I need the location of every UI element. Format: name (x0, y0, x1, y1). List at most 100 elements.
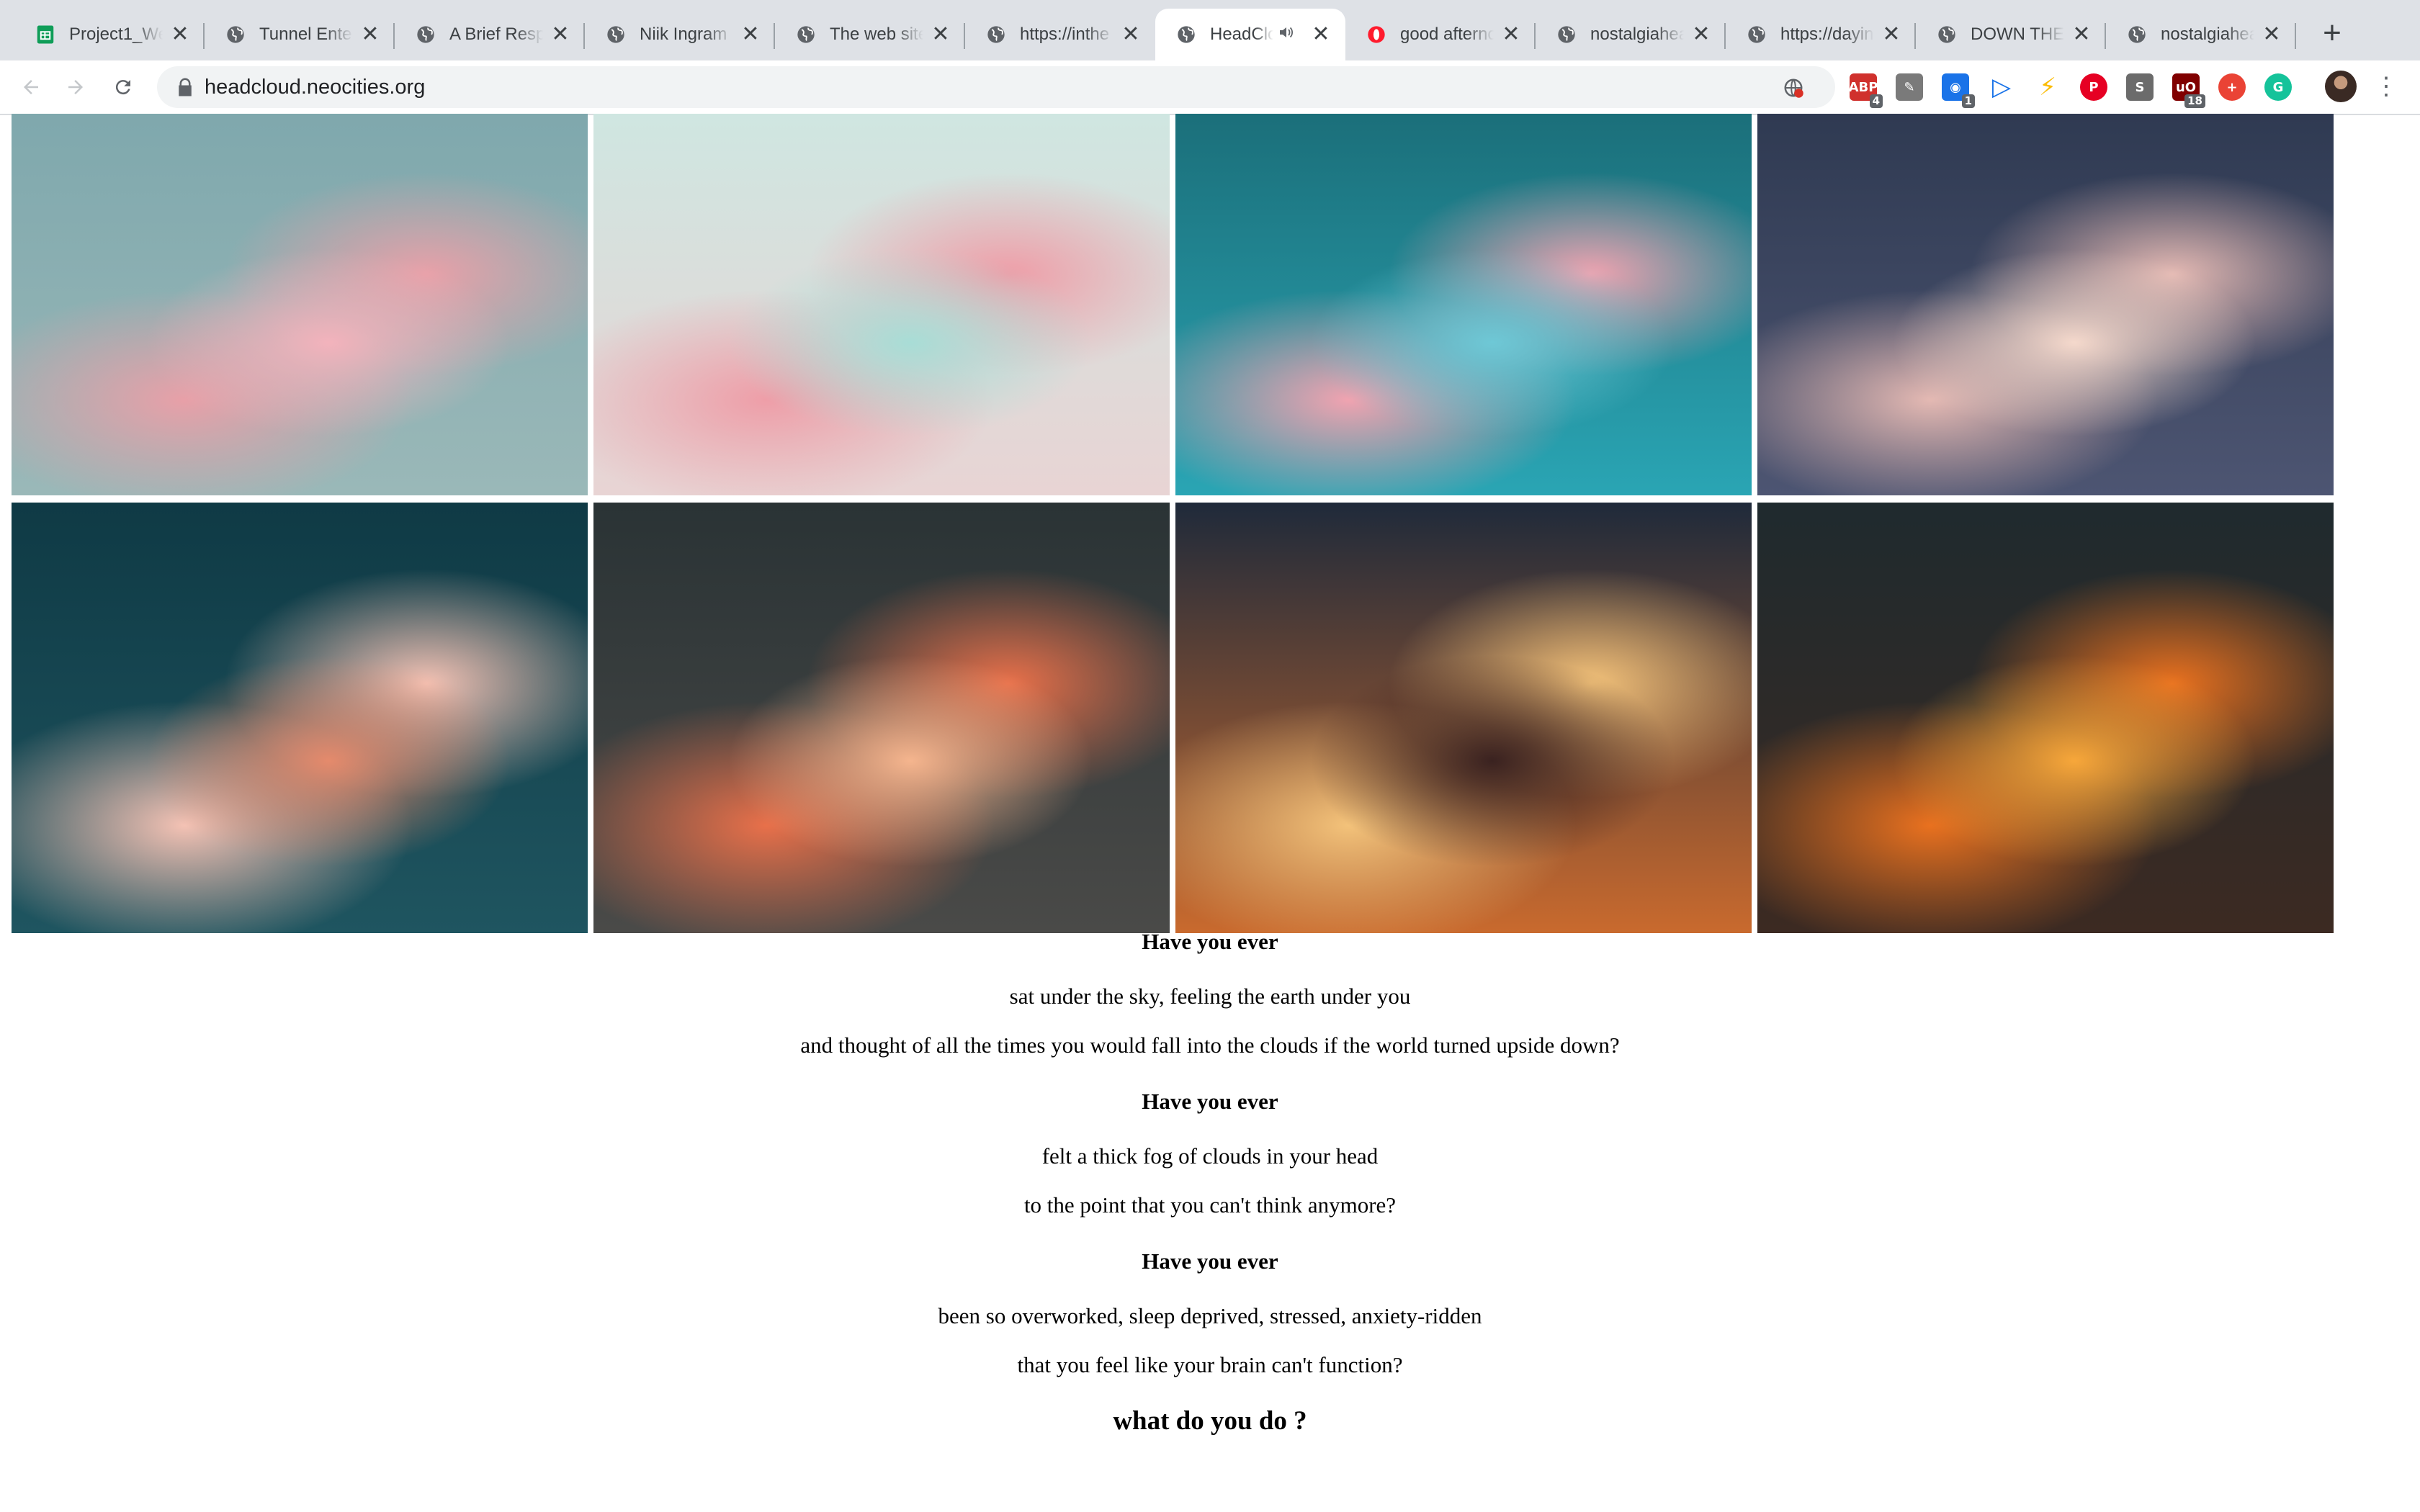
profile-avatar[interactable] (2325, 71, 2357, 102)
tab-close-icon[interactable]: ✕ (2262, 24, 2282, 45)
extension-label: ⚡ (2039, 73, 2056, 102)
tab-title: https://dayin (1780, 24, 1874, 44)
back-button[interactable] (14, 71, 48, 104)
extension-label: ◉ (1950, 79, 1961, 95)
extension-badge: 1 (1961, 94, 1975, 108)
tab-close-icon[interactable]: ✕ (1881, 24, 1901, 45)
globe-icon (415, 24, 436, 45)
pen-extension-icon[interactable]: ✎ (1896, 73, 1923, 101)
address-bar[interactable]: headcloud.neocities.org (157, 66, 1968, 108)
tab-close-icon[interactable]: ✕ (931, 24, 951, 45)
photo-sunset-cumulus (12, 503, 588, 933)
tab-9[interactable]: https://dayin ✕ (1726, 9, 1916, 60)
photo-pink-cloud-mint (593, 114, 1170, 495)
tab-close-icon[interactable]: ✕ (1311, 24, 1331, 45)
tab-close-icon[interactable]: ✕ (170, 24, 190, 45)
poem-line: that you feel like your brain can't func… (1017, 1352, 1403, 1377)
tab-11[interactable]: nostalgiaheart ✕ (2106, 9, 2296, 60)
translate-blocked-icon[interactable] (1782, 76, 1805, 99)
poem-line: and thought of all the times you would f… (800, 1032, 1620, 1058)
tab-title: Project1_Website (69, 24, 163, 44)
globe-icon (225, 24, 246, 45)
photo-mammatus-orange (1757, 503, 2334, 933)
photo-pink-clouds-birds (12, 114, 588, 495)
poem-question: what do you do ? (1113, 1406, 1307, 1436)
plus-extension-icon[interactable]: + (2218, 73, 2246, 101)
tab-6[interactable]: HeadCloud ✕ (1155, 9, 1345, 60)
globe-icon (1936, 24, 1958, 45)
reload-button[interactable] (107, 71, 140, 104)
poem-line: been so overworked, sleep deprived, stre… (938, 1303, 1482, 1328)
tab-close-icon[interactable]: ✕ (740, 24, 761, 45)
extension-label: + (2226, 79, 2238, 95)
poem-heading: Have you ever (1142, 1089, 1278, 1114)
forward-arrow-icon (68, 80, 83, 94)
tab-2[interactable]: A Brief Response ✕ (395, 9, 585, 60)
tab-title: https://inthe (1020, 24, 1110, 44)
globe-icon (1746, 24, 1767, 45)
tab-close-icon[interactable]: ✕ (2071, 24, 2092, 45)
tab-title: nostalgiaheart (1590, 24, 1684, 44)
extension-badge: 4 (1869, 94, 1883, 108)
opera-icon (1366, 24, 1387, 45)
new-tab-button[interactable]: + (2312, 13, 2352, 53)
extension-badge: 18 (2184, 94, 2205, 108)
tab-1[interactable]: Tunnel Entertainment ✕ (205, 9, 395, 60)
tab-strip: Project1_Website✕Tunnel Entertainment✕A … (0, 0, 2420, 60)
lock-icon[interactable] (174, 76, 196, 98)
robot-extension-icon[interactable]: ◉ 1 (1942, 73, 1975, 108)
extension-label: G (2272, 79, 2284, 95)
tab-10[interactable]: DOWN THE ✕ (1916, 9, 2106, 60)
google-sheets-icon (35, 24, 56, 45)
pinterest-extension-icon[interactable]: P (2080, 73, 2107, 101)
tab-close-icon[interactable]: ✕ (550, 24, 570, 45)
extension-label: uO (2175, 79, 2197, 95)
photo-cumulus-dusk (1757, 114, 2334, 495)
tab-close-icon[interactable]: ✕ (1691, 24, 1711, 45)
forward-button[interactable] (59, 71, 92, 104)
ublock-extension-icon[interactable]: uO 18 (2172, 73, 2205, 108)
globe-icon (2126, 24, 2148, 45)
speaker-icon[interactable] (1278, 24, 1295, 45)
extension-label: P (2089, 79, 2099, 95)
tab-close-icon[interactable]: ✕ (1501, 24, 1521, 45)
globe-icon (985, 24, 1007, 45)
tab-8[interactable]: nostalgiaheart ✕ (1536, 9, 1726, 60)
tab-title: Niik Ingram (640, 24, 727, 44)
adblock-extension-icon[interactable]: ABP 4 (1848, 73, 1883, 108)
tab-title: The web site (830, 24, 923, 44)
poem-line: felt a thick fog of clouds in your head (1041, 1143, 1379, 1169)
tab-title: DOWN THE (1971, 24, 2064, 44)
tab-0[interactable]: Project1_Website ✕ (14, 9, 205, 60)
photo-fiery-clouds (593, 503, 1170, 933)
tab-close-icon[interactable]: ✕ (1121, 24, 1141, 45)
globe-icon (795, 24, 817, 45)
extension-label: ✎ (1904, 79, 1915, 95)
tab-title: HeadCloud (1210, 24, 1273, 44)
tab-4[interactable]: The web site ✕ (775, 9, 965, 60)
tab-5[interactable]: https://inthe ✕ (965, 9, 1155, 60)
poem-heading: Have you ever (1142, 929, 1278, 954)
tab-7[interactable]: good afternoon ✕ (1345, 9, 1536, 60)
tab-3[interactable]: Niik Ingram ✕ (585, 9, 775, 60)
url-text[interactable]: headcloud.neocities.org (205, 76, 425, 99)
bolt-extension-icon[interactable]: ⚡ (2034, 73, 2061, 102)
back-arrow-icon (24, 80, 38, 94)
grammarly-extension-icon[interactable]: G (2264, 73, 2292, 101)
tab-title: Tunnel Entertainment (259, 24, 353, 44)
reload-icon (115, 80, 130, 95)
extension-label: ▷ (1991, 73, 2012, 102)
globe-icon (605, 24, 627, 45)
menu-kebab-icon[interactable]: ⋮ (2374, 72, 2398, 101)
s-extension-icon[interactable]: S (2126, 73, 2154, 101)
photo-pink-cloud-teal (1175, 114, 1752, 495)
poem-heading: Have you ever (1142, 1248, 1278, 1274)
tab-title: nostalgiaheart (2161, 24, 2254, 44)
play-extension-icon[interactable]: ▷ (1988, 73, 2015, 102)
extension-label: S (2135, 79, 2145, 95)
extension-label: ABP (1848, 79, 1878, 95)
tab-close-icon[interactable]: ✕ (360, 24, 380, 45)
tab-separator (2295, 23, 2296, 49)
tab-title: A Brief Response (449, 24, 543, 44)
globe-icon (1175, 24, 1197, 45)
